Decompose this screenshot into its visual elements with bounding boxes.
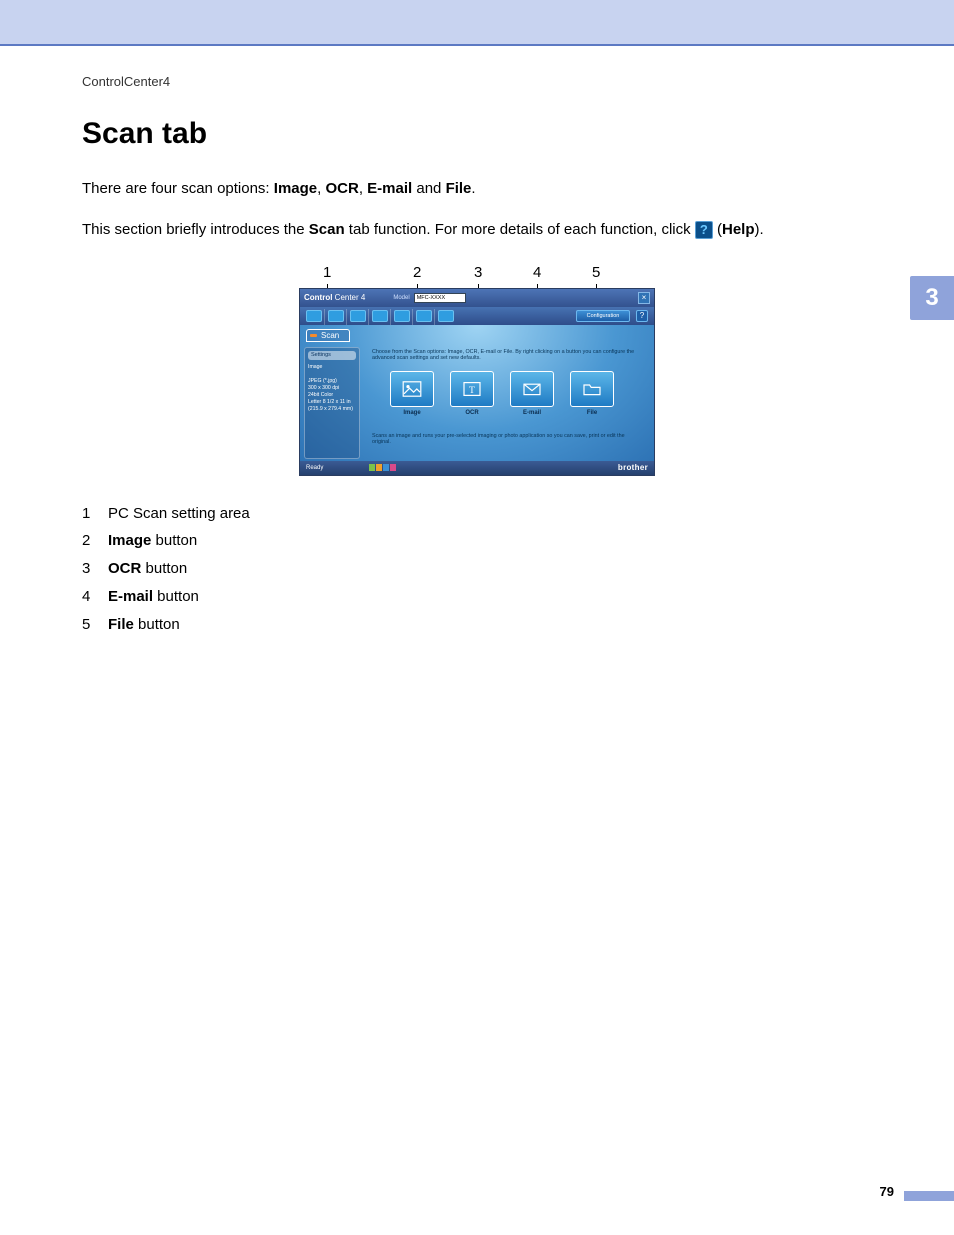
legend-row-4: 4 E-mail button (82, 583, 872, 611)
legend-num-4: 4 (82, 583, 94, 611)
app-body: Scan Settings Image JPEG (*.jpg) 300 x 3… (300, 325, 654, 461)
callout-2: 2 (413, 264, 421, 281)
legend-list: 1 PC Scan setting area 2 Image button 3 OCR… (82, 500, 872, 639)
tab-pccopy-icon[interactable] (328, 310, 344, 322)
status-text: Ready (306, 465, 323, 471)
text-icon: T (462, 381, 482, 397)
intro-suffix: . (471, 180, 475, 197)
ink-swatches (369, 464, 396, 471)
intro-opt2: OCR (325, 180, 358, 197)
legend-num-5: 5 (82, 611, 94, 639)
scan-file-button[interactable]: File (570, 371, 614, 416)
page-content: ControlCenter4 Scan tab There are four s… (0, 46, 954, 638)
legend-num-2: 2 (82, 527, 94, 555)
help-icon: ? (695, 221, 713, 239)
scan-settings-panel: Settings Image JPEG (*.jpg) 300 x 300 dp… (304, 347, 360, 459)
intro2-part4: ). (755, 221, 764, 238)
legend-row-1: 1 PC Scan setting area (82, 500, 872, 528)
envelope-icon (522, 381, 542, 397)
callout-row: 1 2 3 4 5 (299, 264, 655, 288)
scan-image-label: Image (390, 410, 434, 416)
settings-header[interactable]: Settings (308, 351, 356, 360)
scan-ocr-button[interactable]: T OCR (450, 371, 494, 416)
intro-opt1: Image (274, 180, 317, 197)
brand-logo: brother (618, 463, 648, 472)
scan-image-button[interactable]: Image (390, 371, 434, 416)
callout-5: 5 (592, 264, 600, 281)
breadcrumb: ControlCenter4 (82, 74, 872, 89)
legend-num-3: 3 (82, 555, 94, 583)
folder-icon (582, 381, 602, 397)
configuration-button[interactable]: Configuration (576, 310, 630, 322)
legend-bold-5: File (108, 616, 134, 633)
figure: 1 2 3 4 5 Control Center 4 Model MFC-XXX… (299, 264, 655, 476)
tab-photo-icon[interactable] (350, 310, 366, 322)
legend-rest-4: button (153, 588, 199, 605)
intro2-part1: This section briefly introduces the (82, 221, 309, 238)
legend-bold-4: E-mail (108, 588, 153, 605)
chapter-tab: 3 (910, 276, 954, 320)
settings-text: Image JPEG (*.jpg) 300 x 300 dpi 24bit C… (308, 364, 353, 412)
app-footer: Ready brother (300, 461, 654, 475)
app-logo-rest: Center 4 (332, 293, 365, 302)
legend-num-1: 1 (82, 500, 94, 528)
model-dropdown[interactable]: MFC-XXXX (414, 293, 466, 303)
scan-tab-label[interactable]: Scan (306, 329, 350, 342)
app-titlebar: Control Center 4 Model MFC-XXXX × (300, 289, 654, 307)
legend-text-1: PC Scan setting area (108, 500, 250, 528)
intro2-bold2: Help (722, 221, 755, 238)
instruction-text: Choose from the Scan options: Image, OCR… (372, 349, 644, 363)
scan-buttons-row: Image T OCR E-mail File (390, 371, 614, 416)
callout-4: 4 (533, 264, 541, 281)
page-title: Scan tab (82, 117, 872, 151)
intro-opt4: File (446, 180, 472, 197)
page-number: 79 (880, 1184, 894, 1199)
legend-row-3: 3 OCR button (82, 555, 872, 583)
intro-sep3: and (412, 180, 445, 197)
intro-prefix: There are four scan options: (82, 180, 274, 197)
app-logo-bold: Control (304, 293, 332, 302)
legend-bold-3: OCR (108, 560, 141, 577)
legend-row-5: 5 File button (82, 611, 872, 639)
page-header-bar (0, 0, 954, 46)
scan-ocr-label: OCR (450, 410, 494, 416)
tab-device-icon[interactable] (394, 310, 410, 322)
tab-pcfax-icon[interactable] (372, 310, 388, 322)
legend-rest-3: button (141, 560, 187, 577)
close-icon[interactable]: × (638, 292, 650, 304)
help-button[interactable]: ? (636, 310, 648, 322)
intro2-part3: ( (713, 221, 722, 238)
legend-row-2: 2 Image button (82, 527, 872, 555)
picture-icon (402, 381, 422, 397)
app-screenshot: Control Center 4 Model MFC-XXXX × Config… (299, 288, 655, 476)
intro2-bold1: Scan (309, 221, 345, 238)
app-tabbar: Configuration ? (300, 307, 654, 325)
scan-file-label: File (570, 410, 614, 416)
svg-text:T: T (469, 385, 475, 396)
model-label: Model (393, 295, 409, 301)
intro-sep2: , (359, 180, 367, 197)
callout-1: 1 (323, 264, 331, 281)
callout-3: 3 (474, 264, 482, 281)
page-number-bar (904, 1191, 954, 1201)
tab-support-icon[interactable] (416, 310, 432, 322)
tab-custom-icon[interactable] (438, 310, 454, 322)
scan-email-button[interactable]: E-mail (510, 371, 554, 416)
description-text: Scans an image and runs your pre-selecte… (372, 433, 642, 447)
intro-opt3: E-mail (367, 180, 412, 197)
intro-paragraph: There are four scan options: Image, OCR,… (82, 177, 872, 200)
app-logo: Control Center 4 (304, 293, 365, 302)
intro2-part2: tab function. For more details of each f… (345, 221, 695, 238)
intro-paragraph-2: This section briefly introduces the Scan… (82, 218, 872, 241)
tab-scan-icon[interactable] (306, 310, 322, 322)
legend-rest-5: button (134, 616, 180, 633)
scan-email-label: E-mail (510, 410, 554, 416)
legend-rest-2: button (151, 532, 197, 549)
legend-bold-2: Image (108, 532, 151, 549)
